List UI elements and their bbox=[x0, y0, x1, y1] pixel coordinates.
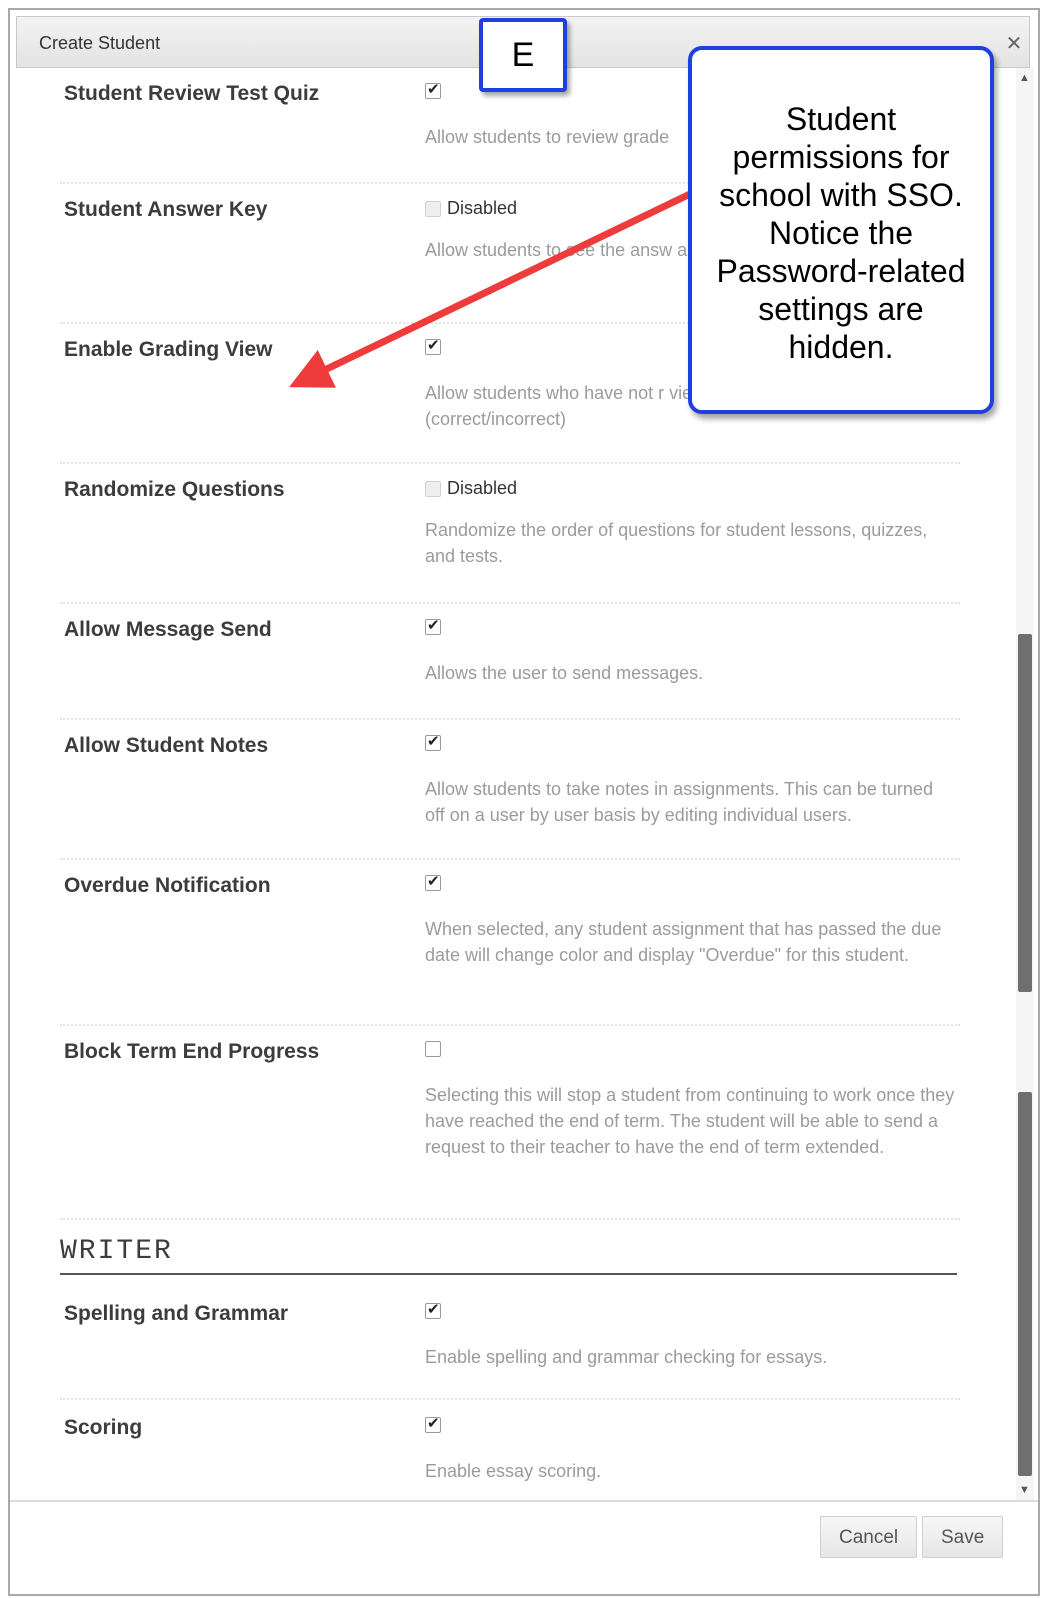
annotation-badge-e: E bbox=[479, 18, 567, 92]
annotation-callout: Student permissions for school with SSO.… bbox=[688, 46, 994, 414]
